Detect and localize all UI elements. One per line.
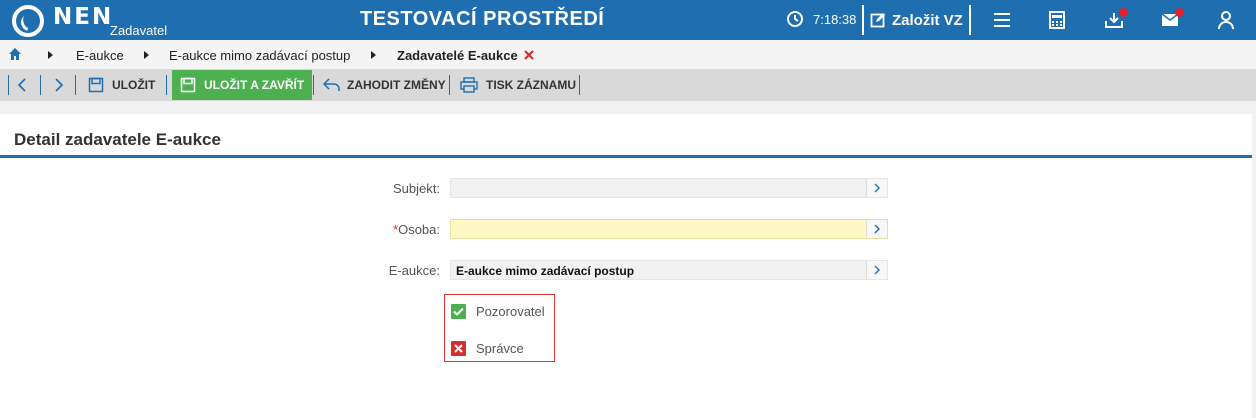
floppy-icon — [180, 77, 196, 93]
toolbar-divider — [166, 75, 167, 95]
save-and-close-label: ULOŽIT A ZAVŘÍT — [204, 78, 305, 92]
save-label: ULOŽIT — [112, 78, 156, 92]
toolbar-divider — [449, 75, 450, 95]
eaukce-value: E-aukce mimo zadávací postup — [456, 264, 635, 278]
create-vz-label: Založit VZ — [892, 11, 963, 29]
clock-time: 7:18:38 — [813, 11, 857, 27]
breadcrumb: E-aukce E-aukce mimo zadávací postup Zad… — [0, 40, 1256, 69]
clock-icon — [787, 11, 803, 27]
breadcrumb-separator-icon — [48, 51, 53, 59]
toolbar-divider — [313, 75, 314, 95]
forward-icon[interactable] — [54, 78, 64, 92]
floppy-icon — [88, 77, 104, 93]
toolbar-divider — [8, 75, 9, 95]
action-toolbar: ULOŽIT ULOŽIT A ZAVŘÍT ZAHODIT ZMĚNY TIS… — [0, 69, 1256, 101]
checkbox-unchecked-icon — [451, 341, 466, 356]
osoba-label: *Osoba: — [320, 222, 440, 237]
spravce-checkbox[interactable]: Správce — [451, 341, 524, 356]
role-checkbox-group: Pozorovatel Správce — [444, 294, 555, 362]
toolbar-divider — [75, 75, 76, 95]
top-bar: NEN Zadavatel TESTOVACÍ PROSTŘEDÍ 7:18:3… — [0, 0, 1256, 40]
toolbar-divider — [40, 75, 41, 95]
print-record-button[interactable]: TISK ZÁZNAMU — [460, 72, 576, 98]
close-tab-icon[interactable] — [524, 50, 534, 60]
checkbox-checked-icon — [451, 304, 466, 319]
pozorovatel-checkbox[interactable]: Pozorovatel — [451, 304, 545, 319]
calculator-icon[interactable] — [1047, 10, 1067, 30]
print-record-label: TISK ZÁZNAMU — [486, 78, 576, 92]
environment-title: TESTOVACÍ PROSTŘEDÍ — [360, 8, 605, 30]
back-icon[interactable] — [17, 78, 27, 92]
pozorovatel-label: Pozorovatel — [476, 304, 545, 319]
inbox-notification-dot — [1119, 8, 1128, 17]
app-logo[interactable]: NEN — [12, 4, 113, 38]
subjekt-label: Subjekt: — [393, 181, 440, 196]
chevron-right-icon — [874, 224, 880, 234]
breadcrumb-item-current: Zadavatelé E-aukce — [397, 48, 518, 63]
user-icon[interactable] — [1216, 10, 1236, 30]
detail-panel: Detail zadavatele E-aukce Subjekt: *Osob… — [0, 114, 1252, 418]
eaukce-label: E-aukce: — [388, 263, 440, 278]
discard-changes-button[interactable]: ZAHODIT ZMĚNY — [323, 72, 446, 98]
eaukce-select-button[interactable] — [866, 261, 887, 279]
printer-icon — [460, 77, 478, 93]
page-title: Detail zadavatele E-aukce — [14, 130, 221, 149]
breadcrumb-item-eaukce-mimo[interactable]: E-aukce mimo zadávací postup — [169, 48, 350, 63]
discard-changes-label: ZAHODIT ZMĚNY — [347, 78, 446, 92]
toolbar-divider — [579, 75, 580, 95]
save-button[interactable]: ULOŽIT — [88, 72, 155, 98]
logo-subtitle: Zadavatel — [110, 23, 168, 38]
osoba-select-button[interactable] — [866, 220, 887, 238]
edit-icon — [870, 13, 885, 28]
chevron-right-icon — [874, 265, 880, 275]
eaukce-field[interactable]: E-aukce mimo zadávací postup — [450, 260, 888, 280]
osoba-label-text: Osoba: — [398, 222, 440, 237]
breadcrumb-separator-icon — [371, 51, 376, 59]
home-icon[interactable] — [8, 47, 22, 61]
osoba-field[interactable] — [450, 219, 888, 239]
subjekt-select-button[interactable] — [866, 179, 887, 197]
create-vz-button[interactable]: Založit VZ — [862, 5, 971, 35]
save-and-close-button[interactable]: ULOŽIT A ZAVŘÍT — [172, 70, 313, 100]
logo-icon — [12, 5, 44, 37]
breadcrumb-separator-icon — [144, 51, 149, 59]
spravce-label: Správce — [476, 341, 524, 356]
chevron-right-icon — [874, 183, 880, 193]
subjekt-field[interactable] — [450, 178, 888, 198]
menu-icon[interactable] — [992, 10, 1012, 30]
mail-notification-dot — [1175, 8, 1184, 17]
title-underline — [0, 155, 1252, 158]
logo-text: NEN — [53, 4, 114, 30]
session-clock: 7:18:38 — [786, 10, 856, 28]
breadcrumb-item-eaukce[interactable]: E-aukce — [76, 48, 124, 63]
undo-icon — [323, 78, 340, 91]
